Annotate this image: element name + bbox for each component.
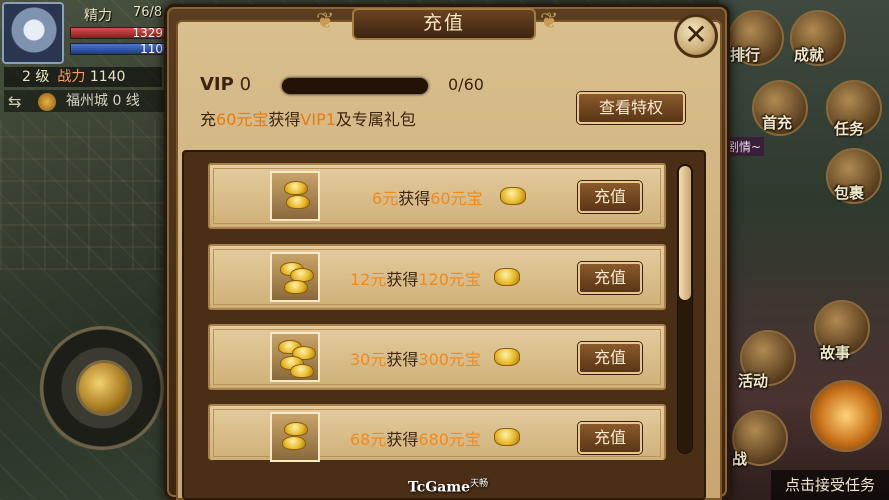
package-mid: 获得 [386,270,419,289]
attack-skill-button[interactable] [810,380,882,452]
package-row: 6元获得60元宝 充值 [208,163,666,229]
left-flourish-icon: ❦ [316,9,335,34]
vip-description: 充60元宝获得VIP1及专属礼包 [200,106,416,130]
ingot-icon [494,268,520,286]
package-text: 68元获得680元宝 [350,426,481,450]
recharge-button[interactable]: 充值 [578,181,642,213]
bag-label: 包裹 [834,184,865,202]
package-amount: 680元宝 [418,430,481,449]
package-row: 30元获得300元宝 充值 [208,324,666,390]
package-mid: 获得 [398,189,431,208]
vip-prefix: VIP [200,74,234,95]
watermark-brand: TcGame [408,479,471,496]
vip-desc-vip: VIP1 [300,110,336,129]
gold-ingot-icon [270,412,320,462]
story-label: 故事 [820,344,851,362]
recharge-button[interactable]: 充值 [578,422,642,454]
scrollbar-thumb[interactable] [679,166,691,300]
dialog-title: 充值 [352,8,536,40]
map-icon [38,93,56,111]
package-price: 6元 [372,189,399,208]
package-row: 12元获得120元宝 充值 [208,244,666,310]
ingot-icon [500,187,526,205]
package-price: 68元 [350,430,387,449]
swap-line-icon[interactable]: ⇆ [8,92,21,111]
vip-desc-2: 获得 [268,110,301,129]
activity-label: 活动 [738,372,769,390]
package-price: 12元 [350,270,387,289]
battle-label: 战 [732,450,748,468]
level-bar: 2 级战力 1140 [4,67,162,87]
ingot-icon [494,348,520,366]
vip-progress-text: 0/60 [448,75,484,94]
vip-desc-amount: 60元宝 [216,110,269,129]
package-text: 12元获得120元宝 [350,266,481,290]
gold-ingot-icon [270,332,320,382]
vip-level: VIP 0 [200,74,251,95]
package-mid: 获得 [386,350,419,369]
player-level: 2 级 [22,69,50,85]
package-text: 30元获得300元宝 [350,346,481,370]
recharge-button[interactable]: 充值 [578,262,642,294]
hp-value: 1329 [132,26,163,40]
package-price: 30元 [350,350,387,369]
vip-desc-3: 及专属礼包 [335,110,416,129]
watermark: TcGame天畅 [408,476,488,496]
achievement-label: 成就 [794,46,825,64]
gold-ingot-icon [270,171,320,221]
watermark-cn: 天畅 [470,479,489,489]
vip-desc-1: 充 [200,110,217,129]
vip-progress-bar [282,78,428,94]
hp-bar: 1329 [70,26,166,40]
mp-bar: 110 [70,42,166,56]
joystick-knob[interactable] [76,360,132,416]
view-privilege-button[interactable]: 查看特权 [577,92,685,124]
energy-label: 精力 [84,8,112,24]
package-amount: 300元宝 [418,350,481,369]
energy-value: 76/8 [133,5,163,20]
player-avatar[interactable] [2,2,64,64]
gold-ingot-icon [270,252,320,302]
map-name[interactable]: 福州城 0 线 [4,90,164,112]
accept-quest-tip[interactable]: 点击接受任务 [771,470,889,500]
power-label: 战力 [57,69,86,85]
quest-label: 任务 [834,120,865,138]
vip-level-value: 0 [239,74,252,95]
first-charge-label: 首充 [762,114,793,132]
floor-tiles [0,120,180,270]
package-amount: 60元宝 [430,189,483,208]
ingot-icon [494,428,520,446]
right-flourish-icon: ❦ [540,9,559,34]
package-text: 6元获得60元宝 [372,185,483,209]
package-mid: 获得 [386,430,419,449]
mp-value: 110 [140,42,163,56]
recharge-button[interactable]: 充值 [578,342,642,374]
close-button[interactable]: ✕ [674,14,718,58]
quest-tag[interactable]: 剧情~ [724,137,765,156]
package-amount: 120元宝 [418,270,481,289]
power-value: 1140 [89,69,126,85]
package-row: 68元获得680元宝 充值 [208,404,666,462]
ranking-label: 排行 [730,46,761,64]
